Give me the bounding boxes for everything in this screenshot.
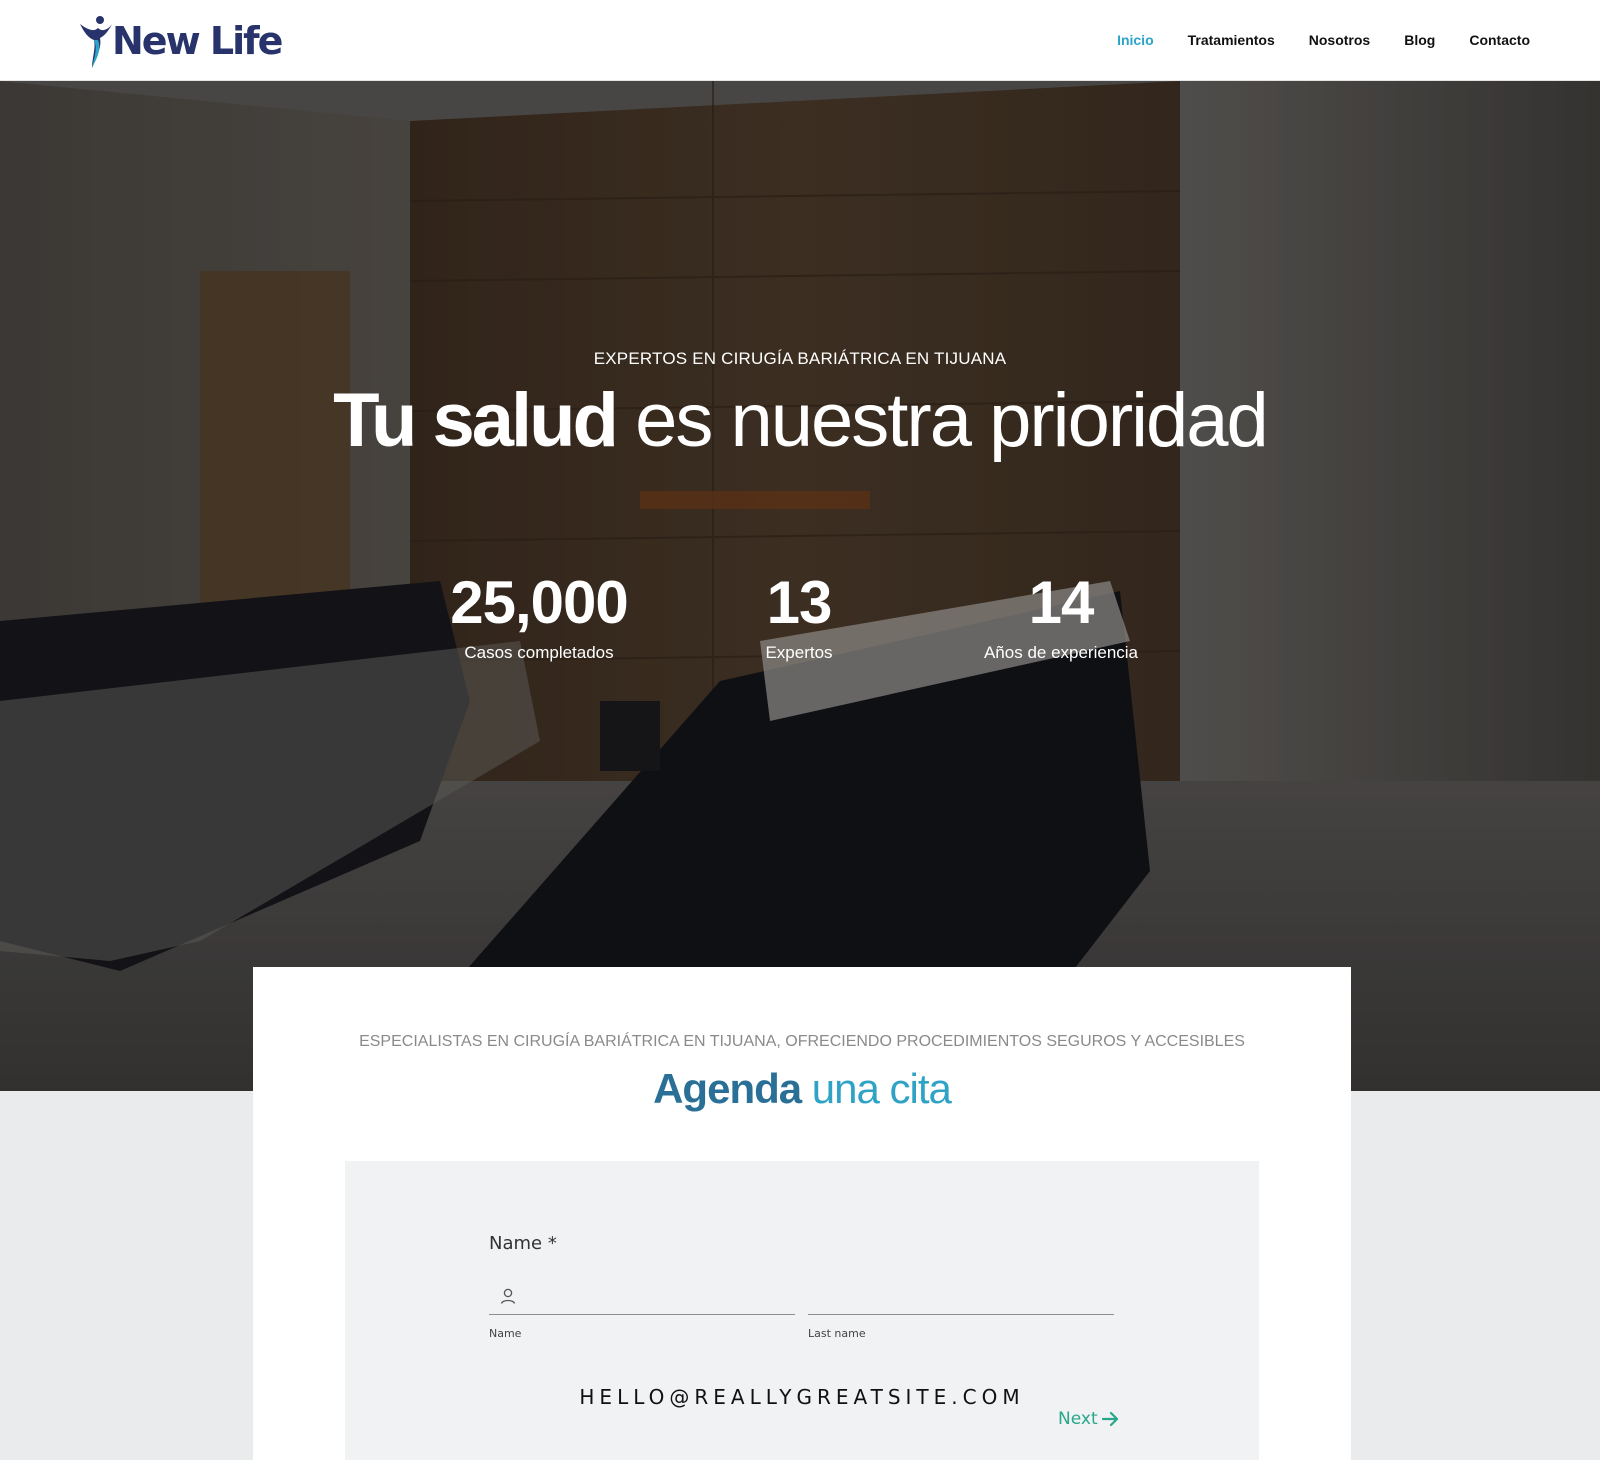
contact-email: HELLO@REALLYGREATSITE.COM — [579, 1385, 1025, 1409]
appointment-title: Agenda una cita — [253, 1065, 1351, 1113]
hero-title-bold: Tu salud — [333, 378, 619, 463]
stat-label: Expertos — [765, 643, 833, 662]
nav-inicio[interactable]: Inicio — [1117, 32, 1154, 48]
logo-figure-icon — [80, 16, 112, 68]
logo-text: New Life — [112, 19, 283, 63]
user-icon — [500, 1288, 516, 1304]
stat-value: 14 — [1028, 569, 1095, 636]
appointment-kicker: ESPECIALISTAS EN CIRUGÍA BARIÁTRICA EN T… — [359, 1033, 1245, 1050]
nav-blog[interactable]: Blog — [1404, 32, 1435, 48]
stat-value: 13 — [766, 569, 833, 636]
appointment-title-bold: Agenda — [653, 1065, 802, 1112]
nav-contacto[interactable]: Contacto — [1469, 32, 1530, 48]
appointment-card: ESPECIALISTAS EN CIRUGÍA BARIÁTRICA EN T… — [253, 967, 1351, 1460]
hero-section: EXPERTOS EN CIRUGÍA BARIÁTRICA EN TIJUAN… — [0, 81, 1600, 1091]
hero-title: Tu salud es nuestra prioridad — [0, 383, 1600, 459]
appointment-form: Name * Name Last name HELLO@REALLYGREATS… — [345, 1161, 1259, 1460]
first-name-input[interactable] — [489, 1279, 795, 1315]
logo[interactable]: New Life — [78, 14, 283, 70]
site-header: New Life Inicio Tratamientos Nosotros Bl… — [0, 0, 1600, 81]
first-name-sublabel: Name — [489, 1327, 522, 1340]
hero-kicker: EXPERTOS EN CIRUGÍA BARIÁTRICA EN TIJUAN… — [593, 349, 1007, 368]
stat-experts: 13 Expertos — [669, 573, 929, 663]
stat-years: 14 Años de experiencia — [931, 573, 1191, 663]
stat-label: Años de experiencia — [983, 643, 1139, 662]
stat-label: Casos completados — [464, 643, 614, 662]
nav-tratamientos[interactable]: Tratamientos — [1188, 32, 1275, 48]
stat-value: 25,000 — [450, 569, 629, 636]
next-button[interactable]: Next — [1058, 1409, 1120, 1429]
hero-title-light: es nuestra prioridad — [635, 378, 1269, 463]
stat-cases: 25,000 Casos completados — [409, 573, 669, 663]
last-name-input[interactable] — [808, 1279, 1114, 1315]
arrow-right-icon — [1101, 1411, 1118, 1427]
nav-nosotros[interactable]: Nosotros — [1309, 32, 1370, 48]
next-button-label: Next — [1058, 1409, 1098, 1429]
appointment-title-light: una cita — [811, 1065, 952, 1112]
name-field-label: Name * — [489, 1233, 557, 1254]
main-nav: Inicio Tratamientos Nosotros Blog Contac… — [1083, 32, 1530, 48]
last-name-sublabel: Last name — [808, 1327, 866, 1340]
